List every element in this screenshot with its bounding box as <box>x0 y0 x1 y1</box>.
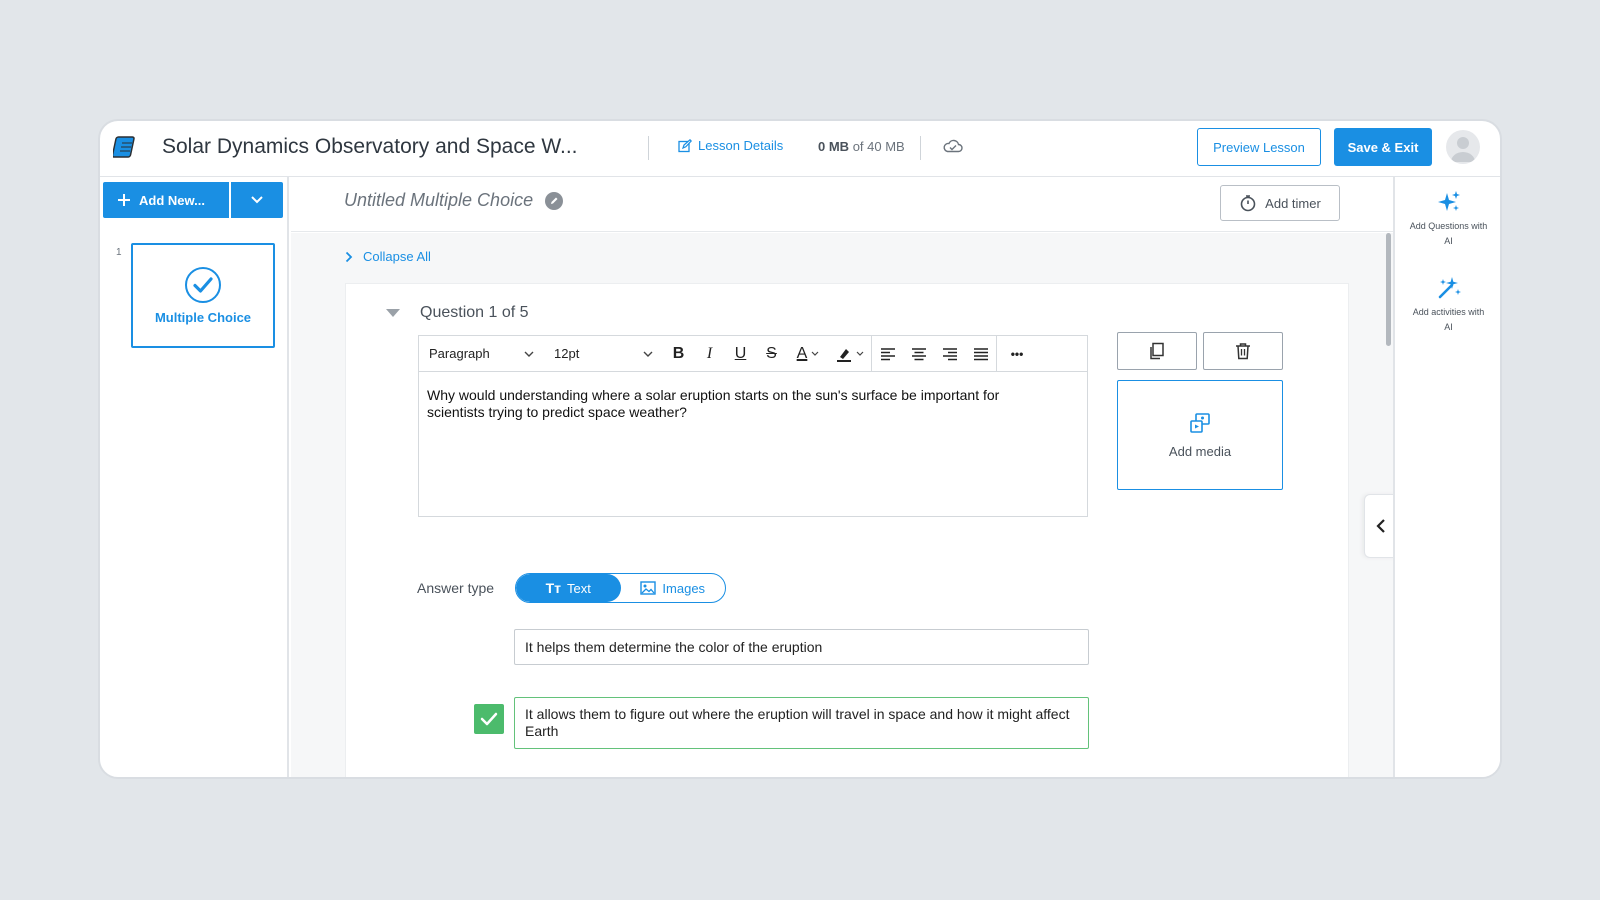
media-gallery-icon <box>1190 412 1210 433</box>
bold-button[interactable]: B <box>663 336 694 371</box>
strikethrough-button[interactable]: S <box>756 336 787 371</box>
add-new-button[interactable]: Add New... <box>103 182 229 218</box>
slide-thumbnail-multiple-choice[interactable]: Multiple Choice <box>131 243 275 348</box>
lesson-details-link[interactable]: Lesson Details <box>678 138 783 153</box>
cloud-saved-icon <box>942 137 964 160</box>
answer-type-images-label: Images <box>662 580 706 596</box>
more-options-button[interactable]: ••• <box>997 336 1037 371</box>
slide-title-text: Untitled Multiple Choice <box>344 190 534 210</box>
question-editor-area: Collapse All Question 1 of 5 Paragraph 1… <box>291 233 1393 777</box>
align-right-button[interactable] <box>934 336 965 371</box>
chevron-down-icon <box>251 196 263 204</box>
lesson-details-label: Lesson Details <box>698 138 784 153</box>
checkmark-circle-icon <box>185 267 221 303</box>
justify-button[interactable] <box>965 336 996 371</box>
align-right-icon <box>942 347 957 360</box>
add-questions-ai-button[interactable]: Add Questions with AI <box>1395 189 1500 249</box>
edit-icon <box>678 138 692 152</box>
question-header: Question 1 of 5 <box>386 304 529 322</box>
checkmark-icon <box>480 712 498 726</box>
image-icon <box>640 581 657 595</box>
header-divider <box>648 136 649 160</box>
collapse-all-link[interactable]: Collapse All <box>345 249 431 264</box>
add-media-button[interactable]: Add media <box>1117 380 1283 490</box>
editor-toolbar: Paragraph 12pt B I U S A ••• <box>419 335 1087 372</box>
font-color-icon: A <box>796 344 808 362</box>
chevron-down-icon <box>811 351 819 356</box>
align-center-button[interactable] <box>903 336 934 371</box>
vertical-scrollbar[interactable] <box>1386 233 1391 346</box>
storage-total: of 40 MB <box>852 139 905 154</box>
font-color-button[interactable]: A <box>787 336 829 371</box>
lesson-title[interactable]: Solar Dynamics Observatory and Space W..… <box>162 135 578 159</box>
answer-type-label: Answer type <box>417 580 495 596</box>
save-exit-button[interactable]: Save & Exit <box>1334 128 1432 166</box>
collapse-question-icon[interactable] <box>386 309 400 317</box>
chevron-down-icon <box>856 351 864 356</box>
user-avatar-icon[interactable] <box>1446 130 1480 164</box>
question-text[interactable]: Why would understanding where a solar er… <box>427 387 1057 421</box>
answer-type-text-label: Text <box>567 580 591 596</box>
ai-tools-panel: Add Questions with AI Add activities wit… <box>1393 177 1500 777</box>
answer-type-images-option[interactable]: Images <box>621 574 726 602</box>
add-timer-button[interactable]: Add timer <box>1220 185 1340 221</box>
slide-title-bar: Untitled Multiple Choice Add timer <box>291 177 1393 232</box>
add-activities-ai-label: Add activities with AI <box>1412 307 1485 332</box>
chevron-down-icon <box>524 351 534 357</box>
slide-label: Multiple Choice <box>154 310 252 325</box>
answer-type-text-option[interactable]: Tт Text <box>516 574 621 602</box>
underline-button[interactable]: U <box>725 336 756 371</box>
answer-option-2[interactable]: It allows them to figure out where the e… <box>514 697 1089 749</box>
stopwatch-icon <box>1240 195 1256 212</box>
question-number: Question 1 of 5 <box>420 304 529 321</box>
plus-icon <box>118 194 130 206</box>
highlighter-icon <box>837 348 851 362</box>
top-header: Solar Dynamics Observatory and Space W..… <box>100 121 1500 177</box>
question-text-editor[interactable]: Paragraph 12pt B I U S A ••• Why would u… <box>418 335 1088 517</box>
chevron-down-icon <box>643 351 653 357</box>
italic-button[interactable]: I <box>694 336 725 371</box>
answer-option-1[interactable]: It helps them determine the color of the… <box>514 629 1089 665</box>
highlight-button[interactable] <box>829 336 871 371</box>
chevron-right-icon <box>345 251 353 262</box>
header-divider <box>920 136 921 160</box>
justify-icon <box>973 347 988 360</box>
copy-icon <box>1150 342 1164 360</box>
storage-used: 0 MB <box>818 139 850 154</box>
align-center-icon <box>911 347 926 360</box>
answer-type-toggle: Tт Text Images <box>515 573 726 603</box>
slides-sidebar: Add New... 1 Multiple Choice <box>100 177 289 777</box>
add-activities-ai-button[interactable]: Add activities with AI <box>1395 275 1500 335</box>
add-timer-label: Add timer <box>1265 195 1321 211</box>
sparkles-icon <box>1437 191 1460 211</box>
pencil-icon[interactable] <box>545 191 564 210</box>
delete-question-button[interactable] <box>1203 332 1283 370</box>
correct-answer-checkbox[interactable] <box>474 704 504 734</box>
collapse-panel-tab[interactable] <box>1364 494 1396 558</box>
font-size-select[interactable]: 12pt <box>544 336 663 371</box>
question-card: Question 1 of 5 Paragraph 12pt B I U S A… <box>345 283 1349 777</box>
chevron-left-icon <box>1375 519 1385 533</box>
duplicate-question-button[interactable] <box>1117 332 1197 370</box>
add-new-label: Add New... <box>139 192 205 208</box>
text-type-icon: Tт <box>545 580 562 596</box>
app-logo-icon[interactable] <box>112 133 140 161</box>
font-size-value: 12pt <box>554 346 580 361</box>
block-format-select[interactable]: Paragraph <box>419 336 544 371</box>
align-left-icon <box>880 347 895 360</box>
add-new-dropdown-button[interactable] <box>231 182 283 218</box>
trash-icon <box>1236 343 1250 360</box>
slide-title[interactable]: Untitled Multiple Choice <box>344 190 564 211</box>
slide-number: 1 <box>116 247 122 258</box>
collapse-all-label: Collapse All <box>363 249 431 264</box>
storage-indicator: 0 MB of 40 MB <box>818 139 905 154</box>
preview-lesson-button[interactable]: Preview Lesson <box>1197 128 1321 166</box>
block-format-value: Paragraph <box>429 346 490 361</box>
align-left-button[interactable] <box>872 336 903 371</box>
add-questions-ai-label: Add Questions with AI <box>1409 221 1488 246</box>
magic-wand-icon <box>1438 277 1461 299</box>
add-media-label: Add media <box>1168 443 1232 459</box>
app-window: Solar Dynamics Observatory and Space W..… <box>98 119 1502 779</box>
